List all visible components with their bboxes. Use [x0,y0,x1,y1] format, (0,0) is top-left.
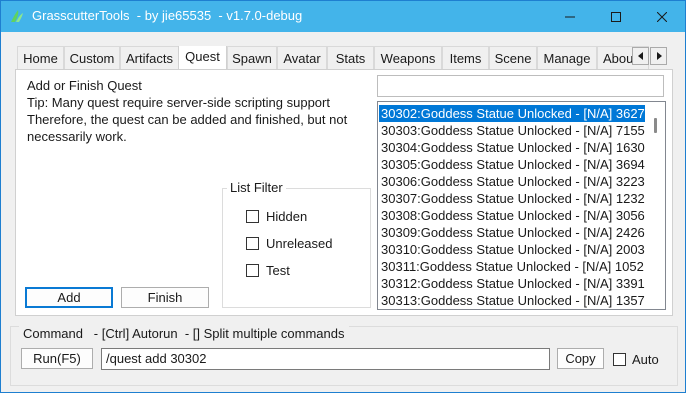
list-item[interactable]: 30306:Goddess Statue Unlocked - [N/A] 32… [379,173,645,190]
filter-hidden-checkbox[interactable]: Hidden [246,207,307,225]
list-item[interactable]: 30304:Goddess Statue Unlocked - [N/A] 16… [379,139,645,156]
scrollbar-thumb[interactable] [654,118,657,133]
tab-stats[interactable]: Stats [327,46,374,69]
add-quest-button[interactable]: Add [25,287,113,308]
finish-quest-button[interactable]: Finish [121,287,209,308]
list-item[interactable]: 30310:Goddess Statue Unlocked - [N/A] 20… [379,241,645,258]
list-item[interactable]: 30305:Goddess Statue Unlocked - [N/A] 36… [379,156,645,173]
checkbox-box[interactable] [246,263,259,277]
auto-label: Auto [632,351,659,367]
quest-tip-line3: necessarily work. [27,129,127,144]
tab-home[interactable]: Home [17,46,64,69]
tab-quest[interactable]: Quest [178,46,227,69]
copy-button[interactable]: Copy [557,348,604,369]
minimize-button[interactable] [547,1,593,32]
maximize-button[interactable] [593,1,639,32]
filter-hidden-label: Hidden [266,208,308,224]
list-item[interactable]: 30303:Goddess Statue Unlocked - [N/A] 71… [379,122,645,139]
quest-list: 30302:Goddess Statue Unlocked - [N/A] 36… [379,105,645,309]
grasscutter-logo-icon [11,10,23,22]
list-filter-legend: List Filter [227,180,286,195]
filter-unreleased-checkbox[interactable]: Unreleased [246,234,333,252]
quest-tip-line1: Tip: Many quest require server-side scri… [27,95,330,110]
filter-test-checkbox[interactable]: Test [246,261,290,279]
list-item[interactable]: 30307:Goddess Statue Unlocked - [N/A] 12… [379,190,645,207]
quest-search-input[interactable] [377,75,664,97]
list-item[interactable]: 30309:Goddess Statue Unlocked - [N/A] 24… [379,224,645,241]
tab-manage[interactable]: Manage [537,46,597,69]
tab-artifacts[interactable]: Artifacts [120,46,179,69]
window-title: GrasscutterTools - by jie65535 - v1.7.0-… [32,8,303,23]
tab-scroll-left-button[interactable] [632,47,649,65]
quest-tip-line2: Therefore, the quest can be added and fi… [27,112,348,127]
filter-unreleased-label: Unreleased [266,235,333,251]
list-item[interactable]: 30311:Goddess Statue Unlocked - [N/A] 10… [379,258,645,275]
triangle-left-icon [637,52,643,60]
list-item[interactable]: 30312:Goddess Statue Unlocked - [N/A] 33… [379,275,645,292]
tab-weapons[interactable]: Weapons [374,46,442,69]
list-item[interactable]: 30313:Goddess Statue Unlocked - [N/A] 13… [379,292,645,309]
quest-heading: Add or Finish Quest [27,78,142,93]
tab-spawn[interactable]: Spawn [227,46,277,69]
main-window: GrasscutterTools - by jie65535 - v1.7.0-… [0,0,686,393]
maximize-icon [611,11,621,22]
auto-checkbox[interactable]: Auto [613,350,659,368]
tab-items[interactable]: Items [442,46,489,69]
checkbox-box[interactable] [613,352,626,366]
tab-scene[interactable]: Scene [489,46,537,69]
command-legend: Command - [Ctrl] Autorun - [] Split mult… [19,326,349,341]
quest-list-scrollbar[interactable] [649,102,665,309]
tab-strip: Home Custom Artifacts Quest Spawn Avatar… [15,46,649,69]
command-input[interactable]: /quest add 30302 [101,348,550,370]
tab-custom[interactable]: Custom [64,46,120,69]
list-item[interactable]: 30302:Goddess Statue Unlocked - [N/A] 36… [379,105,645,122]
quest-listbox[interactable]: 30302:Goddess Statue Unlocked - [N/A] 36… [377,101,666,310]
close-icon [657,11,667,22]
filter-test-label: Test [266,262,290,278]
tab-avatar[interactable]: Avatar [277,46,327,69]
minimize-icon [565,16,575,17]
list-item[interactable]: 30308:Goddess Statue Unlocked - [N/A] 30… [379,207,645,224]
title-bar[interactable]: GrasscutterTools - by jie65535 - v1.7.0-… [1,1,685,32]
run-button[interactable]: Run(F5) [21,348,93,369]
triangle-right-icon [656,52,662,60]
close-button[interactable] [639,1,685,32]
tab-scroll-right-button[interactable] [650,47,667,65]
checkbox-box[interactable] [246,209,259,223]
checkbox-box[interactable] [246,236,259,250]
quest-panel: Add or Finish Quest Tip: Many quest requ… [15,69,673,316]
